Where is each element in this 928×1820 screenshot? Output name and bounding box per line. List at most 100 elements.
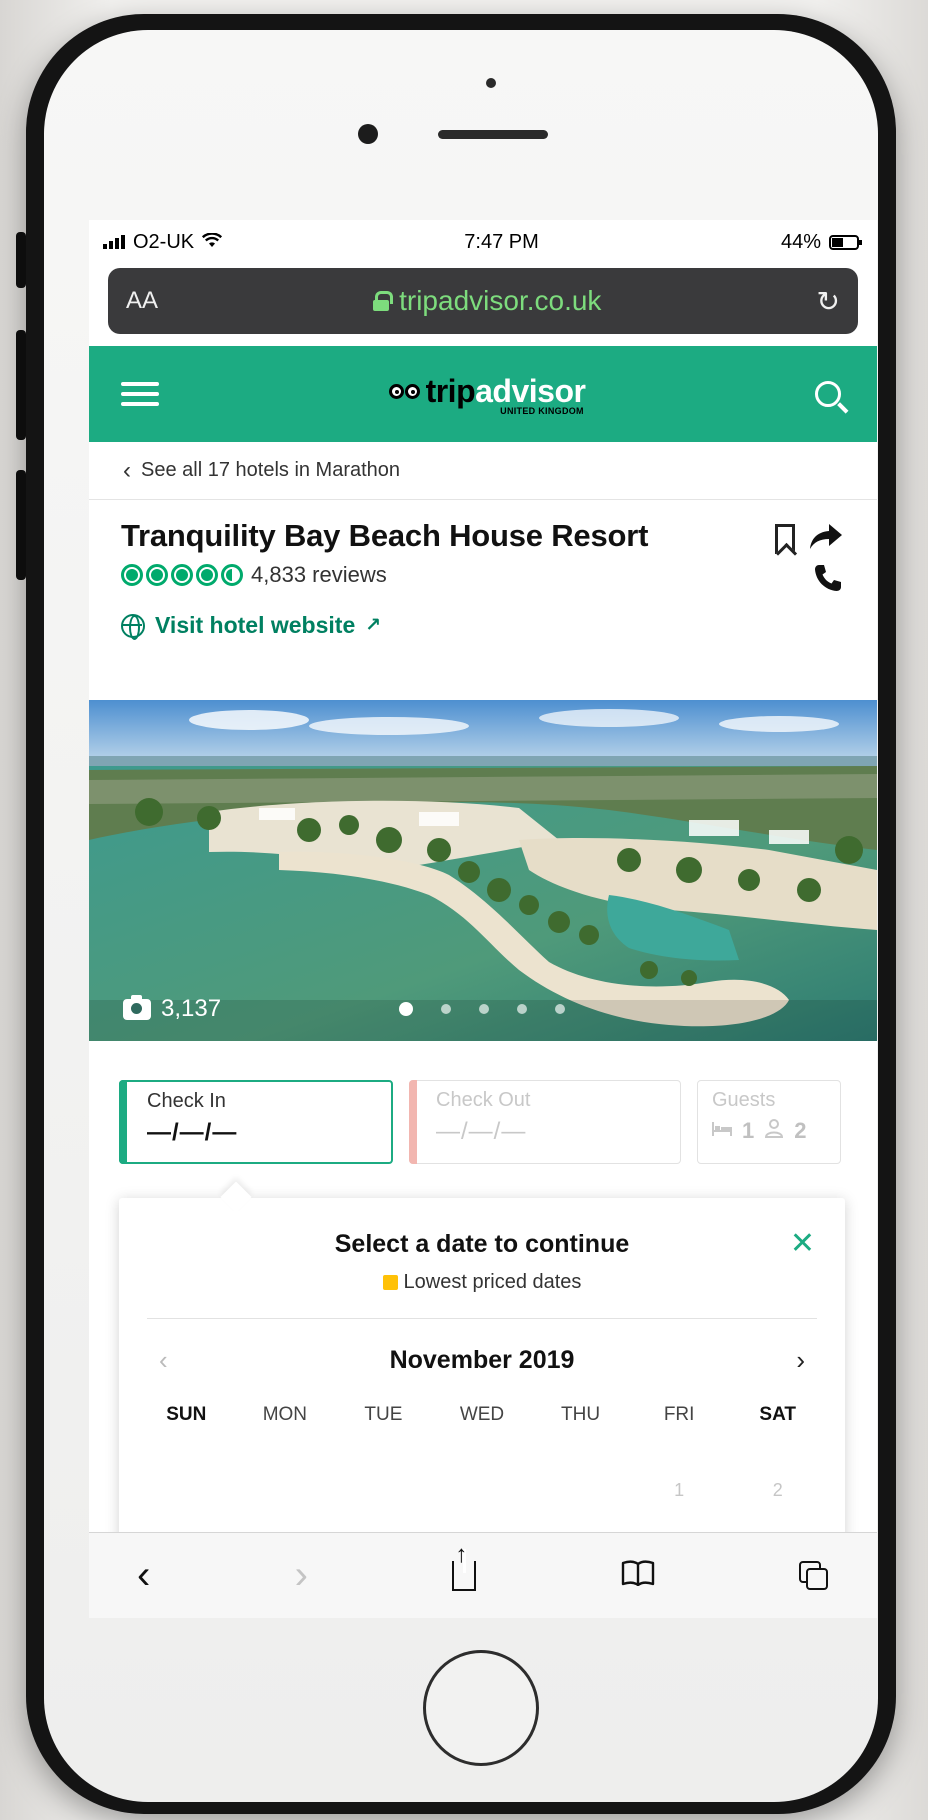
clock: 7:47 PM <box>464 230 539 253</box>
breadcrumb[interactable]: ‹ See all 17 hotels in Marathon <box>89 442 877 500</box>
earpiece-speaker <box>438 130 548 139</box>
signal-icon <box>103 235 125 249</box>
calendar-day <box>137 1480 236 1501</box>
address-bar[interactable]: AA tripadvisor.co.uk ↻ <box>108 268 858 334</box>
weekday-header: SUN MON TUE WED THU FRI SAT <box>119 1376 845 1426</box>
pagination-dot[interactable] <box>399 1002 413 1016</box>
owl-logo-icon <box>388 383 420 399</box>
calendar-days: 1 2 <box>119 1426 845 1501</box>
text-size-button[interactable]: AA <box>126 287 158 315</box>
person-icon <box>764 1118 784 1144</box>
search-icon[interactable] <box>815 381 841 407</box>
rating-bubble <box>171 564 193 586</box>
visit-website-link[interactable]: Visit hotel website ↗ <box>121 612 843 640</box>
calendar-day <box>433 1480 532 1501</box>
address-area: AA tripadvisor.co.uk ↻ <box>89 264 877 346</box>
breadcrumb-label[interactable]: See all 17 hotels in Marathon <box>141 459 400 482</box>
legend-swatch <box>382 1275 398 1290</box>
volume-up-button <box>16 330 26 440</box>
browser-toolbar: ‹ › <box>89 1532 877 1618</box>
volume-down-button <box>16 470 26 580</box>
menu-icon[interactable] <box>121 382 159 406</box>
site-header: tripadvisor UNITED KINGDOM <box>89 346 877 442</box>
globe-icon <box>121 613 145 640</box>
legend-label: Lowest priced dates <box>403 1271 582 1293</box>
weekday-label: THU <box>561 1404 601 1425</box>
phone-icon[interactable] <box>813 563 843 598</box>
logo-region: UNITED KINGDOM <box>500 405 584 416</box>
logo-row: tripadvisor <box>388 373 586 410</box>
chevron-left-icon: ‹ <box>123 456 131 484</box>
pagination-dot[interactable] <box>555 1004 565 1014</box>
home-button[interactable] <box>423 1650 539 1766</box>
pagination-dot[interactable] <box>441 1004 451 1014</box>
weekday-label: MON <box>262 1404 308 1425</box>
url-display[interactable]: tripadvisor.co.uk <box>373 285 601 317</box>
hotel-photo-image <box>89 700 877 1041</box>
external-link-icon: ↗ <box>365 615 382 636</box>
tabs-icon[interactable] <box>798 1560 829 1591</box>
logo-advisor: advisor <box>475 372 586 409</box>
rooms-count: 1 <box>742 1118 755 1143</box>
hotel-photo[interactable]: 3,137 <box>89 700 877 1041</box>
share-icon[interactable] <box>809 522 843 555</box>
month-navigation: ‹ November 2019 › <box>119 1319 845 1376</box>
photo-pagination <box>399 1002 565 1016</box>
rating-bubble-half <box>221 564 243 586</box>
hotel-actions <box>775 522 843 598</box>
photo-count[interactable]: 3,137 <box>123 994 221 1023</box>
proximity-sensor <box>486 78 496 88</box>
rating-row[interactable]: 4,833 reviews <box>121 562 843 588</box>
weekday-label: FRI <box>663 1404 695 1425</box>
hotel-name: Tranquility Bay Beach House Resort <box>121 518 649 553</box>
bookmarks-icon[interactable] <box>621 1557 655 1594</box>
chevron-right-icon[interactable]: › <box>796 1345 805 1376</box>
calendar-day[interactable]: 1 <box>630 1480 729 1501</box>
bookmark-icon[interactable] <box>775 523 795 554</box>
status-bar: O2-UK 7:47 PM 44% <box>89 220 877 264</box>
booking-fields: Check In —/—/— Check Out —/—/— Guests 1 … <box>89 1080 877 1164</box>
calendar-day <box>236 1480 335 1501</box>
visit-website-label[interactable]: Visit hotel website <box>155 612 355 639</box>
calendar-day[interactable]: 2 <box>728 1480 827 1501</box>
hotel-actions-row <box>775 522 843 555</box>
photo-count-value[interactable]: 3,137 <box>161 995 221 1023</box>
forward-icon[interactable]: › <box>295 1553 308 1598</box>
check-in-label: Check In <box>147 1090 226 1112</box>
logo-trip: trip <box>425 372 476 409</box>
weekday-label: SUN <box>166 1404 207 1425</box>
lock-icon <box>373 291 394 311</box>
calendar-day <box>334 1480 433 1501</box>
guests-label: Guests <box>712 1089 776 1111</box>
calendar-day <box>531 1480 630 1501</box>
chevron-left-icon[interactable]: ‹ <box>159 1345 168 1376</box>
guests-field[interactable]: Guests 1 2 <box>697 1080 841 1164</box>
guests-count: 2 <box>794 1118 807 1143</box>
check-in-field[interactable]: Check In —/—/— <box>119 1080 393 1164</box>
weekday-label: SAT <box>759 1404 796 1425</box>
rating-bubble <box>196 564 218 586</box>
battery-icon <box>828 234 862 250</box>
weekday-label: TUE <box>364 1404 403 1425</box>
status-left: O2-UK <box>103 230 223 254</box>
logo-wordmark: tripadvisor <box>426 373 586 410</box>
review-count[interactable]: 4,833 reviews <box>251 562 387 588</box>
bed-icon <box>712 1121 732 1141</box>
date-picker-title: Select a date to continue <box>334 1230 630 1258</box>
close-icon[interactable]: ✕ <box>790 1226 815 1261</box>
reload-icon[interactable]: ↻ <box>817 285 840 318</box>
url-text[interactable]: tripadvisor.co.uk <box>399 285 601 317</box>
rating-bubble <box>146 564 168 586</box>
month-title: November 2019 <box>389 1346 575 1374</box>
carrier-label: O2-UK <box>133 230 195 253</box>
check-out-field[interactable]: Check Out —/—/— <box>409 1080 681 1164</box>
pagination-dot[interactable] <box>517 1004 527 1014</box>
share-icon[interactable] <box>452 1541 477 1591</box>
rating-bubble <box>121 564 143 586</box>
back-icon[interactable]: ‹ <box>137 1553 150 1598</box>
check-out-label: Check Out <box>436 1089 531 1111</box>
weekday-label: WED <box>459 1404 505 1425</box>
tripadvisor-logo[interactable]: tripadvisor UNITED KINGDOM <box>388 373 586 416</box>
phone-screen: O2-UK 7:47 PM 44% AA tripadvisor.co.uk ↻ <box>89 220 877 1618</box>
pagination-dot[interactable] <box>479 1004 489 1014</box>
